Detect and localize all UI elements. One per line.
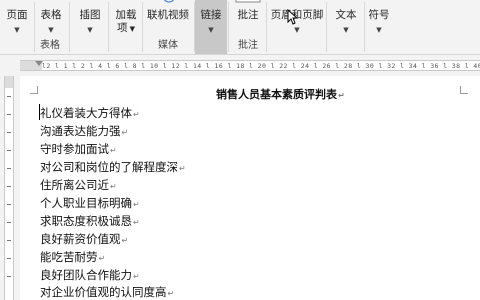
mouse-pointer-icon [287,9,297,25]
paragraph-mark-icon: ↵ [133,200,140,209]
paragraph-mark-icon: ↵ [110,146,117,155]
chevron-down-icon: ▼ [376,26,382,34]
document-line[interactable]: 守时参加面试↵ [40,141,117,159]
group-separator [326,2,327,52]
document-line-text: 个人职业目标明确 [40,196,132,210]
document-title[interactable]: 销售人员基本素质评判表↵ [216,87,345,104]
document-line-text: 良好团队合作能力 [40,268,132,282]
online-video-button-label: 联机视频 [147,9,189,21]
table-button-label: 表格 [40,9,62,21]
ruler-tick [7,276,11,277]
ruler-tick [7,132,11,133]
document-line[interactable]: 住所离公司近↵ [40,177,117,195]
vertical-ruler-top-margin [5,76,13,88]
globe-icon [163,0,175,3]
paragraph-mark-icon: ↵ [133,272,140,281]
link-button-label: 链接 [200,9,222,21]
ruler-tick [7,114,11,115]
chevron-down-icon: ▼ [208,26,214,34]
paragraph-mark-icon: ↵ [179,164,186,173]
document-line[interactable]: 对企业价值观的认同度高↵ [40,284,174,300]
margin-corner-top-left [30,86,38,94]
document-line[interactable]: 个人职业目标明确↵ [40,195,140,213]
ruler-tick [7,240,11,241]
document-line-text: 对企业价值观的认同度高 [40,285,167,299]
group-separator [69,2,70,52]
link-button[interactable]: 链接 ▼ [195,0,227,54]
online-video-button[interactable]: 联机视频 [145,0,191,41]
document-line-text: 对公司和岗位的了解程度深 [40,160,178,174]
paragraph-mark-icon: ↵ [121,236,129,245]
chevron-down-icon: ▼ [343,26,349,34]
header-footer-button-label: 页眉和页脚 [270,9,324,21]
ruler-tick [7,222,11,223]
document-line[interactable]: 良好团队合作能力↵ [40,267,140,285]
text-button[interactable]: 文本 ▼ [328,0,364,41]
addins-button-label: 加载 [115,9,137,21]
document-line[interactable]: 能吃苦耐劳↵ [40,249,105,267]
paragraph-mark-icon: ↵ [121,128,129,137]
table-button[interactable]: 表格 ▼ [35,0,67,41]
ruler-tick [7,204,11,205]
vertical-ruler[interactable] [0,76,20,300]
chevron-down-icon: ▼ [48,26,54,34]
document-line[interactable]: 求职态度积极诚恳↵ [40,213,140,231]
addins-button[interactable]: 加载 项 ▼ [112,0,140,41]
document-line-text: 沟通表达能力强 [40,124,121,138]
document-line-text: 良好薪资价值观 [40,232,121,246]
vertical-ruler-strip [4,76,14,300]
document-line-text: 能吃苦耐劳 [40,250,98,264]
group-separator [364,2,365,52]
symbols-button[interactable]: 符号 ▼ [366,0,392,41]
document-line-text: 守时参加面试 [40,142,109,156]
ribbon: 页面 ▼ 表格 ▼ 表格 插图 ▼ 加载 项 ▼ 联机视频 媒体 链接 ▼ 批注… [0,0,480,55]
comment-button-label: 批注 [237,9,259,21]
document-line[interactable]: 良好薪资价值观↵ [40,231,128,249]
paragraph-mark-icon: ↵ [110,182,117,191]
ruler-ticks: l2 l 1 l 2 l 4 l 6 l 8 l 10 l 12 l 14 l … [42,62,480,70]
paragraph-mark-icon: ↵ [338,91,345,100]
chevron-down-icon: ▼ [87,26,93,34]
document-line[interactable]: 礼仪着装大方得体↵ [40,105,140,123]
ruler-tick [7,168,11,169]
document-title-text: 销售人员基本素质评判表 [216,88,337,101]
first-line-indent-marker[interactable] [35,61,43,66]
group-separator [108,2,109,52]
group-label-table: 表格 [40,40,60,51]
group-separator [142,2,143,52]
chevron-down-icon: ▼ [14,26,20,34]
chevron-down-icon: ▼ [294,26,300,34]
paragraph-mark-icon: ↵ [133,218,140,227]
group-label-comment: 批注 [238,40,258,51]
ruler-tick [7,150,11,151]
document-line-text: 礼仪着装大方得体 [40,106,132,120]
paragraph-mark-icon: ↵ [98,254,106,263]
header-footer-button[interactable]: 页眉和页脚 ▼ [269,0,325,41]
group-separator [228,2,229,52]
page-button[interactable]: 页面 ▼ [0,0,34,41]
document-page[interactable]: 销售人员基本素质评判表↵ 礼仪着装大方得体↵ 沟通表达能力强↵ 守时参加面试↵ … [20,76,480,300]
horizontal-ruler[interactable]: l2 l 1 l 2 l 4 l 6 l 8 l 10 l 12 l 14 l … [0,56,480,76]
document-line[interactable]: 对公司和岗位的了解程度深↵ [40,159,186,177]
group-separator [266,2,267,52]
comment-button[interactable]: 批注 [232,0,264,41]
page-button-label: 页面 [6,9,28,21]
document-line-text: 住所离公司近 [40,178,109,192]
margin-corner-top-right [460,86,468,94]
ruler-tick [7,258,11,259]
ruler-tick [7,186,11,187]
paragraph-mark-icon: ↵ [167,289,175,298]
illustrations-button-label: 插图 [79,9,101,21]
paragraph-mark-icon: ↵ [133,110,140,119]
addins-label2: 项 [116,22,128,34]
document-line[interactable]: 沟通表达能力强↵ [40,123,128,141]
comment-icon [235,0,261,3]
text-button-label: 文本 [335,9,357,21]
group-label-media: 媒体 [158,40,178,51]
addins-button-label-line2: 项 ▼ [116,22,136,34]
symbols-button-label: 符号 [368,9,390,21]
ruler-tick [7,96,11,97]
illustrations-button[interactable]: 插图 ▼ [74,0,106,41]
document-line-text: 求职态度积极诚恳 [40,214,132,228]
